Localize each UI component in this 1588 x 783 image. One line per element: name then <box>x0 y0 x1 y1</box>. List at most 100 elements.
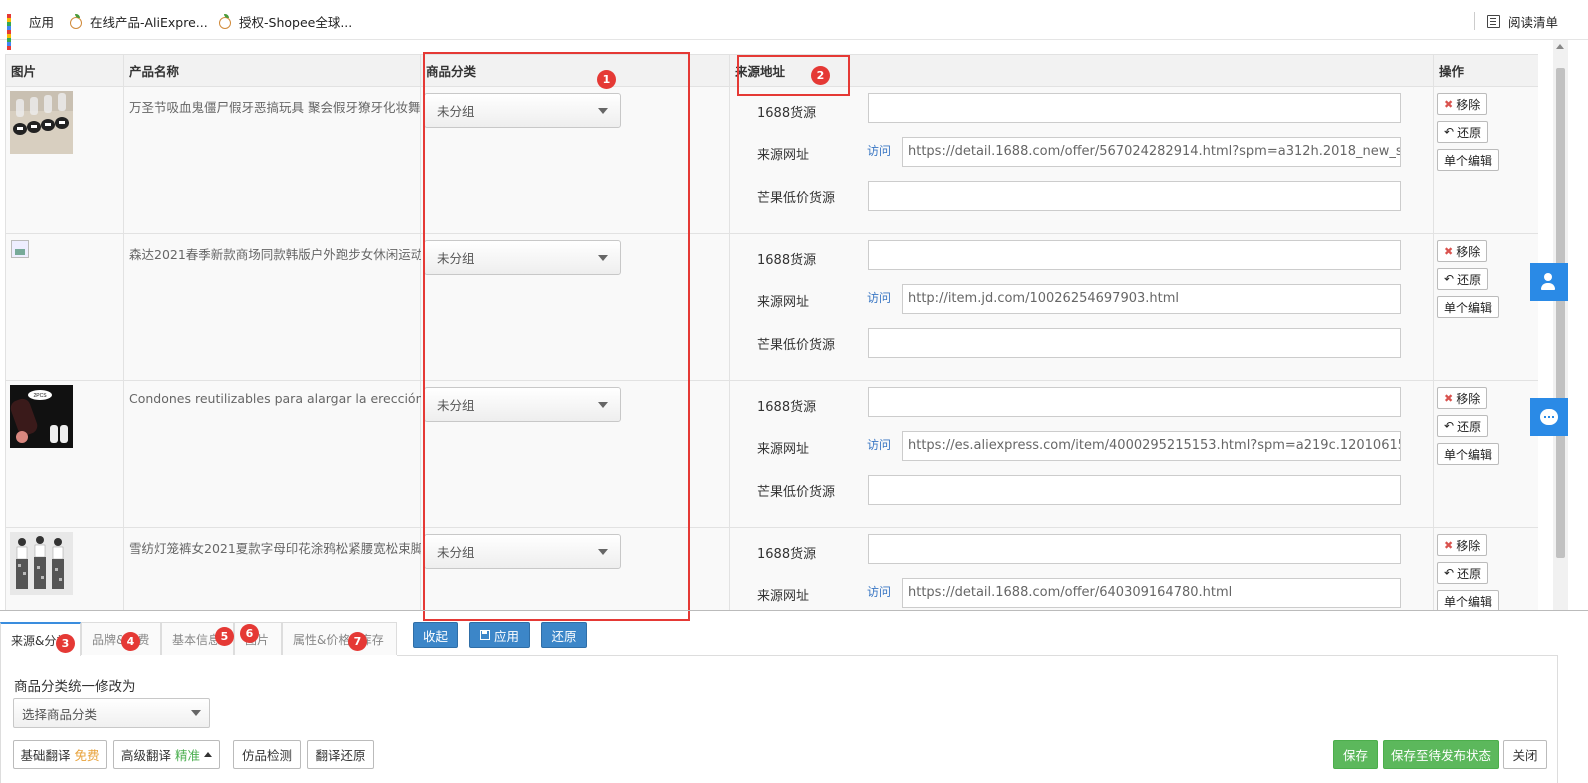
remove-label: 移除 <box>1456 538 1481 553</box>
close-icon: ✖ <box>1444 244 1454 258</box>
source-cell: 1688货源 来源网址 访问 https://detail.1688.com/o… <box>729 86 1434 234</box>
save-button[interactable]: 保存 <box>1333 740 1378 769</box>
undo-icon: ↶ <box>1444 419 1455 433</box>
bookmark-shopee-label: 授权-Shopee全球... <box>239 14 353 30</box>
restore-label: 还原 <box>1457 419 1482 434</box>
remove-label: 移除 <box>1456 391 1481 406</box>
restore-label: 还原 <box>1457 125 1482 140</box>
chat-icon <box>1540 409 1558 425</box>
remove-button[interactable]: ✖ 移除 <box>1437 534 1488 556</box>
close-label: 关闭 <box>1512 748 1538 763</box>
bookmark-apps-label: 应用 <box>29 14 55 30</box>
divider <box>0 610 1588 611</box>
edit-single-button[interactable]: 单个编辑 <box>1437 296 1500 318</box>
ops-cell: ✖ 移除 ↶ 还原 单个编辑 <box>1433 233 1538 381</box>
close-icon: ✖ <box>1444 538 1454 552</box>
restore-button[interactable]: ↶ 还原 <box>1437 562 1489 584</box>
vertical-scrollbar[interactable] <box>1553 40 1568 610</box>
chevron-up-icon <box>204 752 213 757</box>
contact-button[interactable] <box>1530 263 1568 301</box>
remove-label: 移除 <box>1456 97 1481 112</box>
image-cell <box>5 527 124 610</box>
source-cell: 1688货源 来源网址 访问 https://detail.1688.com/o… <box>729 527 1434 610</box>
annotation-marker-6: 6 <box>240 624 259 643</box>
undo-icon: ↶ <box>1444 125 1455 139</box>
source-1688-input[interactable] <box>868 240 1401 270</box>
remove-label: 移除 <box>1456 244 1481 259</box>
source-url-input[interactable]: https://detail.1688.com/offer/6403091647… <box>902 578 1401 608</box>
restore-label: 还原 <box>1457 566 1482 581</box>
bookmark-aliexpress[interactable]: 在线产品-AliExpre... <box>68 12 208 30</box>
product-thumbnail[interactable] <box>10 91 73 154</box>
source-1688-input[interactable] <box>868 93 1401 123</box>
broken-image-icon[interactable] <box>11 240 29 258</box>
bookmarks-bar: 应用 在线产品-AliExpre... 授权-Shopee全球... 阅读清单 <box>0 0 1588 50</box>
source-1688-input[interactable] <box>868 534 1401 564</box>
visit-link[interactable]: 访问 <box>867 583 891 600</box>
edit-label: 单个编辑 <box>1444 594 1493 609</box>
close-button[interactable]: 关闭 <box>1503 740 1547 769</box>
product-thumbnail[interactable] <box>10 532 73 595</box>
annotation-marker-1: 1 <box>597 70 616 89</box>
scroll-up-icon[interactable] <box>1556 44 1564 49</box>
apply-button[interactable]: 应用 <box>469 622 530 648</box>
source-mango-input[interactable] <box>868 475 1401 505</box>
basic-translate-button[interactable]: 基础翻译 免费 <box>13 740 107 769</box>
scrollbar-thumb[interactable] <box>1556 68 1565 558</box>
chat-button[interactable] <box>1530 398 1568 436</box>
header-name: 产品名称 <box>123 54 421 87</box>
source-url-label: 来源网址 <box>757 442 810 457</box>
source-mango-input[interactable] <box>868 328 1401 358</box>
edit-single-button[interactable]: 单个编辑 <box>1437 443 1500 465</box>
undo-icon: ↶ <box>1444 272 1455 286</box>
bulk-category-label: 商品分类统一修改为 <box>14 679 136 695</box>
edit-single-button[interactable]: 单个编辑 <box>1437 590 1500 610</box>
tab-attributes-price-stock[interactable]: 属性&价格&库存 <box>282 622 397 655</box>
image-cell <box>5 233 124 381</box>
source-1688-label: 1688货源 <box>757 106 817 121</box>
bookmark-apps[interactable]: 应用 <box>7 12 55 50</box>
bookmark-aliexpress-label: 在线产品-AliExpre... <box>90 14 208 30</box>
annotation-marker-5: 5 <box>215 627 234 646</box>
source-1688-input[interactable] <box>868 387 1401 417</box>
chevron-down-icon <box>191 710 201 716</box>
remove-button[interactable]: ✖ 移除 <box>1437 387 1488 409</box>
product-thumbnail[interactable]: 2PCS <box>10 385 73 448</box>
restore-button[interactable]: ↶ 还原 <box>1437 121 1489 143</box>
visit-link[interactable]: 访问 <box>867 289 891 306</box>
edit-label: 单个编辑 <box>1444 447 1493 462</box>
reading-list[interactable]: 阅读清单 <box>1487 12 1558 30</box>
translate-restore-button[interactable]: 翻译还原 <box>307 740 374 769</box>
advanced-translate-button[interactable]: 高级翻译 精准 <box>113 740 220 769</box>
restore-all-label: 还原 <box>551 628 577 644</box>
edit-single-button[interactable]: 单个编辑 <box>1437 149 1500 171</box>
product-name: 森达2021春季新款商场同款韩版户外跑步女休闲运动鞋 <box>129 247 421 262</box>
visit-link[interactable]: 访问 <box>867 436 891 453</box>
apps-grid-icon <box>7 14 21 50</box>
restore-button[interactable]: ↶ 还原 <box>1437 268 1489 290</box>
remove-button[interactable]: ✖ 移除 <box>1437 93 1488 115</box>
imitation-check-button[interactable]: 仿品检测 <box>233 740 301 769</box>
edit-label: 单个编辑 <box>1444 300 1493 315</box>
collapse-label: 收起 <box>422 628 448 644</box>
visit-link[interactable]: 访问 <box>867 142 891 159</box>
save-pending-button[interactable]: 保存至待发布状态 <box>1383 740 1499 769</box>
bookmark-shopee[interactable]: 授权-Shopee全球... <box>217 12 352 30</box>
collapse-button[interactable]: 收起 <box>413 622 458 648</box>
ops-cell: ✖ 移除 ↶ 还原 单个编辑 <box>1433 380 1538 528</box>
bulk-category-placeholder: 选择商品分类 <box>22 706 98 722</box>
source-url-input[interactable]: http://item.jd.com/10026254697903.html <box>902 284 1401 314</box>
bulk-category-select[interactable]: 选择商品分类 <box>13 698 210 728</box>
restore-button[interactable]: ↶ 还原 <box>1437 415 1489 437</box>
name-cell: Condones reutilizables para alargar la e… <box>123 380 421 528</box>
tab-label: 基本信息 <box>172 632 221 647</box>
remove-button[interactable]: ✖ 移除 <box>1437 240 1488 262</box>
source-url-input[interactable]: https://detail.1688.com/offer/5670242829… <box>902 137 1401 167</box>
save-pending-label: 保存至待发布状态 <box>1390 748 1491 763</box>
undo-icon: ↶ <box>1444 566 1455 580</box>
table-row: 万圣节吸血鬼僵尸假牙恶搞玩具 聚会假牙獠牙化妆舞会 未分组 1688货源 来源网… <box>5 86 1538 234</box>
source-url-input[interactable]: https://es.aliexpress.com/item/400029521… <box>902 431 1401 461</box>
table-row: 雪纺灯笼裤女2021夏款字母印花涂鸦松紧腰宽松束脚运动 未分组 1688货源 来… <box>5 527 1538 610</box>
restore-all-button[interactable]: 还原 <box>541 622 587 648</box>
source-mango-input[interactable] <box>868 181 1401 211</box>
